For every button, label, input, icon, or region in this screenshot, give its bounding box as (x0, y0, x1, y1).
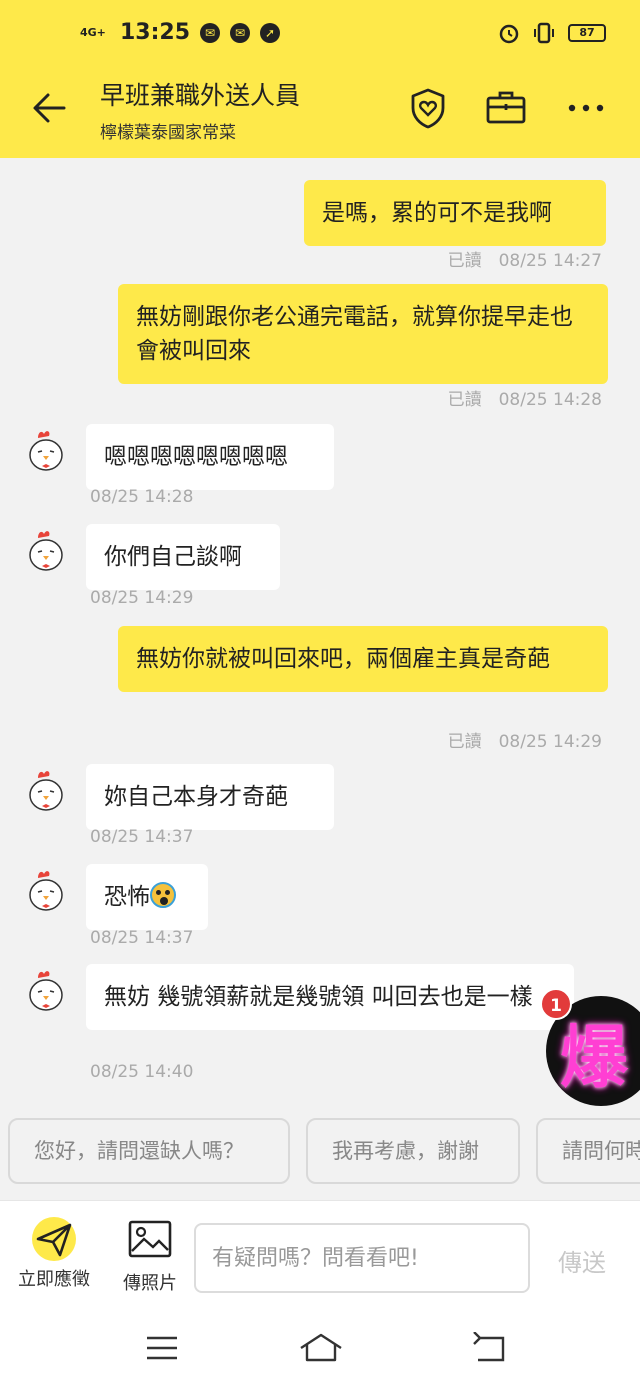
message-bubble-theirs[interactable]: 恐怖 (86, 864, 208, 930)
message-meta: 08/25 14:28 (90, 487, 194, 507)
chicken-avatar-icon[interactable] (26, 968, 66, 1012)
chat-subtitle: 檸檬葉泰國家常菜 (100, 123, 236, 143)
messenger-icon: ✉ (200, 22, 221, 43)
briefcase-icon[interactable] (484, 86, 528, 130)
message-text: 恐怖 (104, 884, 150, 910)
scream-emoji-icon (150, 882, 176, 908)
shield-heart-icon[interactable] (406, 86, 450, 130)
chat-area[interactable]: 是嗎，累的可不是我啊 已讀 08/25 14:27 無妨剛跟你老公通完電話，就算… (0, 158, 640, 1108)
message-bubble-theirs[interactable]: 無妨 幾號領薪就是幾號領 叫回去也是一樣 (86, 964, 574, 1030)
top-bar: 4G+ 13:25 ✉ ✉ ➚ 87 早班兼職外送人員 檸檬葉泰國家常菜 (0, 0, 640, 158)
send-button[interactable]: 傳送 (558, 1243, 606, 1278)
message-input[interactable] (194, 1223, 530, 1293)
message-meta: 08/25 14:37 (90, 928, 194, 948)
image-icon (128, 1220, 172, 1258)
message-meta: 已讀 08/25 14:27 (447, 251, 602, 271)
battery-indicator: 87 (568, 24, 606, 42)
more-options-icon[interactable] (564, 86, 608, 130)
status-bar: 4G+ 13:25 ✉ ✉ ➚ 87 (0, 0, 640, 70)
status-time: 13:25 (120, 20, 191, 45)
chat-title: 早班兼職外送人員 (100, 81, 301, 110)
fab-label: 爆 (560, 1019, 629, 1098)
message-meta: 08/25 14:37 (90, 827, 194, 847)
compass-icon: ➚ (260, 22, 281, 43)
apply-now-label: 立即應徵 (18, 1269, 90, 1290)
send-photo-label: 傳照片 (123, 1273, 177, 1294)
messenger-icon-2: ✉ (230, 22, 251, 43)
message-meta: 08/25 14:40 (90, 1062, 194, 1082)
message-meta: 08/25 14:29 (90, 588, 194, 608)
system-nav-bar (0, 1312, 640, 1386)
input-bar: 立即應徵 傳照片 傳送 (0, 1200, 640, 1312)
quick-replies: 您好，請問還缺人嗎？ 我再考慮，謝謝 請問何時 (0, 1108, 640, 1200)
message-bubble-mine[interactable]: 無妨你就被叫回來吧，兩個雇主真是奇葩 (118, 626, 608, 692)
message-meta: 已讀 08/25 14:28 (447, 390, 602, 410)
message-bubble-theirs[interactable]: 嗯嗯嗯嗯嗯嗯嗯嗯 (86, 424, 334, 490)
alarm-icon (499, 24, 519, 44)
home-icon[interactable] (298, 1332, 344, 1364)
paper-plane-icon (32, 1217, 76, 1261)
chicken-avatar-icon[interactable] (26, 768, 66, 812)
message-bubble-theirs[interactable]: 你們自己談啊 (86, 524, 280, 590)
chicken-avatar-icon[interactable] (26, 868, 66, 912)
message-bubble-mine[interactable]: 是嗎，累的可不是我啊 (304, 180, 606, 246)
menu-icon[interactable] (142, 1332, 182, 1364)
apply-now-button[interactable]: 立即應徵 (12, 1217, 96, 1291)
back-nav-icon[interactable] (470, 1332, 510, 1364)
notification-badge: 1 (540, 988, 572, 1020)
quick-reply-chip[interactable]: 您好，請問還缺人嗎？ (8, 1118, 290, 1184)
message-bubble-theirs[interactable]: 妳自己本身才奇葩 (86, 764, 334, 830)
back-arrow-icon[interactable] (28, 86, 72, 130)
explosion-fab[interactable]: 1 爆 (540, 988, 640, 1106)
send-photo-button[interactable]: 傳照片 (112, 1217, 188, 1295)
vibrate-icon (534, 22, 554, 44)
chicken-avatar-icon[interactable] (26, 528, 66, 572)
network-indicator: 4G+ (80, 25, 106, 39)
message-meta: 已讀 08/25 14:29 (447, 732, 602, 752)
chat-header: 早班兼職外送人員 檸檬葉泰國家常菜 (0, 70, 640, 158)
quick-reply-chip[interactable]: 我再考慮，謝謝 (306, 1118, 520, 1184)
chicken-avatar-icon[interactable] (26, 428, 66, 472)
message-bubble-mine[interactable]: 無妨剛跟你老公通完電話，就算你提早走也會被叫回來 (118, 284, 608, 384)
quick-reply-chip[interactable]: 請問何時 (536, 1118, 640, 1184)
